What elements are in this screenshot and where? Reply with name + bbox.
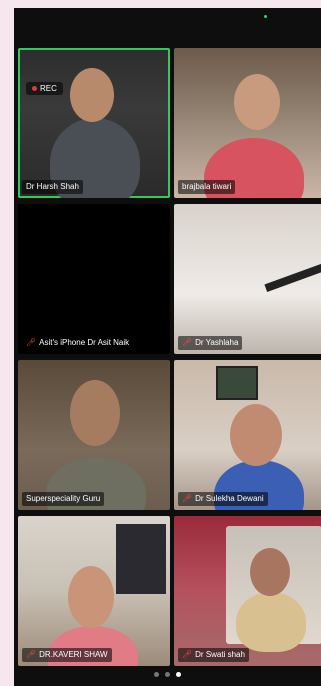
recording-badge: REC — [26, 82, 63, 95]
video-feed — [68, 566, 114, 628]
record-icon — [32, 86, 37, 91]
page-dot-current[interactable] — [176, 672, 181, 677]
participant-tile[interactable]: Superspeciality Guru — [18, 360, 170, 510]
participant-tile[interactable]: 🎤︎ Asit's iPhone Dr Asit Naik — [18, 204, 170, 354]
mic-muted-icon: 🎤︎ — [182, 650, 193, 659]
video-feed — [226, 526, 321, 652]
participant-name: brajbala tiwari — [182, 182, 232, 191]
participant-name-tag: Superspeciality Guru — [22, 492, 105, 506]
participant-tile[interactable]: brajbala tiwari — [174, 48, 321, 198]
participant-name-tag: 🎤︎ Dr Swati shah — [178, 648, 249, 662]
participant-name-tag: 🎤︎ Dr Yashlaha — [178, 336, 243, 350]
video-gallery: REC Dr Harsh Shah brajbala tiwari 🎤︎ Asi… — [14, 8, 321, 686]
bookshelf — [116, 524, 166, 594]
participant-name: Superspeciality Guru — [26, 494, 101, 503]
mic-muted-icon: 🎤︎ — [182, 338, 193, 347]
participant-name-tag: 🎤︎ Asit's iPhone Dr Asit Naik — [22, 336, 134, 350]
participant-name: DR.KAVERI SHAW — [39, 650, 108, 659]
video-feed — [250, 548, 290, 596]
participant-name: Dr Sulekha Dewani — [195, 494, 264, 503]
mic-muted-icon: 🎤︎ — [182, 494, 193, 503]
participant-tile[interactable]: 🎤︎ Dr Sulekha Dewani — [174, 360, 321, 510]
participant-tile[interactable]: 🎤︎ DR.KAVERI SHAW — [18, 516, 170, 666]
video-feed — [236, 592, 306, 652]
mic-muted-icon: 🎤︎ — [26, 338, 37, 347]
video-feed — [264, 263, 321, 293]
participant-name: Dr Swati shah — [195, 650, 245, 659]
participant-name: Asit's iPhone Dr Asit Naik — [39, 338, 130, 347]
wall-picture — [216, 366, 258, 400]
mic-muted-icon: 🎤︎ — [26, 650, 37, 659]
page-dot[interactable] — [165, 672, 170, 677]
camera-indicator-icon — [264, 15, 267, 18]
video-feed — [70, 68, 114, 122]
page-dot[interactable] — [154, 672, 159, 677]
recording-label: REC — [40, 84, 57, 93]
participant-name-tag: 🎤︎ DR.KAVERI SHAW — [22, 648, 112, 662]
participant-name: Dr Yashlaha — [195, 338, 239, 347]
participant-tile[interactable]: 🎤︎ Dr Yashlaha — [174, 204, 321, 354]
participant-tile[interactable]: REC Dr Harsh Shah — [18, 48, 170, 198]
participant-name: Dr Harsh Shah — [26, 182, 79, 191]
video-feed — [70, 380, 120, 446]
participant-name-tag: brajbala tiwari — [178, 180, 236, 194]
video-feed — [230, 404, 282, 466]
participant-tile[interactable]: 🎤︎ Dr Swati shah — [174, 516, 321, 666]
participant-name-tag: Dr Harsh Shah — [22, 180, 83, 194]
page-indicator[interactable] — [154, 672, 181, 677]
participant-name-tag: 🎤︎ Dr Sulekha Dewani — [178, 492, 268, 506]
video-feed — [234, 74, 280, 130]
